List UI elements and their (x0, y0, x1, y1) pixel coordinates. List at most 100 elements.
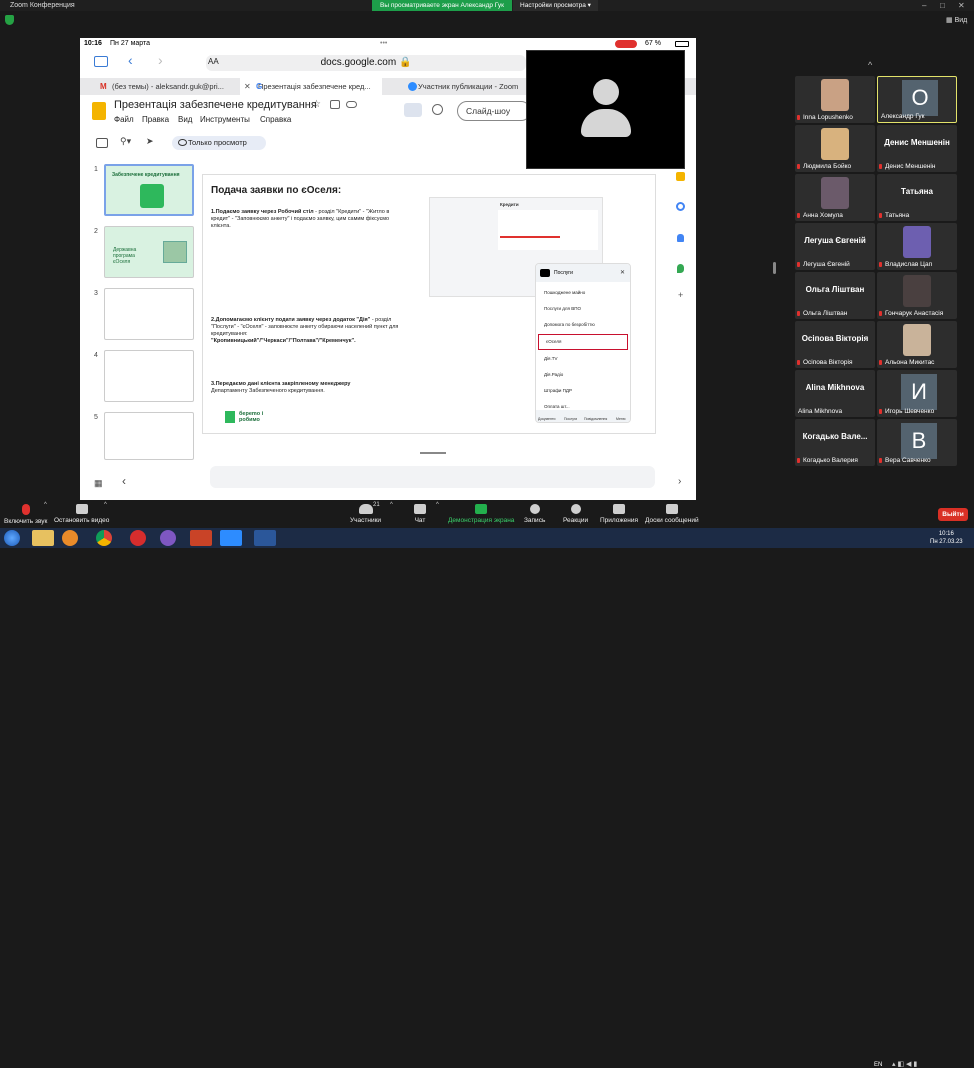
tab-gmail[interactable]: (без темы) - aleksandr.guk@pri... (94, 78, 236, 95)
participant-tile[interactable]: Гончарук Анастасія (877, 272, 957, 319)
keep-icon[interactable] (676, 172, 685, 181)
zoom-icon[interactable]: ⚲▾ (120, 136, 131, 147)
participant-photo (903, 324, 931, 356)
move-icon[interactable] (330, 100, 340, 109)
reader-button[interactable]: AA (208, 57, 219, 66)
resize-handle[interactable] (420, 452, 446, 454)
present-mode-icon[interactable] (404, 103, 422, 117)
zoom-app-icon[interactable] (220, 530, 242, 546)
gallery-divider-handle[interactable] (773, 262, 776, 274)
view-button[interactable]: ▦ Вид (946, 16, 967, 24)
thumbnail-slide-4[interactable] (104, 350, 194, 402)
participant-tile[interactable]: Когадько Вале... Когадько Валерия (795, 419, 875, 466)
view-options-button[interactable]: Настройки просмотра ▾ (513, 0, 598, 11)
history-icon[interactable] (432, 104, 443, 115)
maximize-icon[interactable]: □ (940, 0, 945, 11)
url-field[interactable]: docs.google.com 🔒 (206, 55, 526, 71)
muted-mic-icon (797, 115, 800, 120)
participants-options-icon[interactable]: ^ (390, 502, 393, 508)
back-icon[interactable]: ‹ (128, 52, 133, 68)
language-indicator[interactable]: EN (874, 1062, 882, 1068)
apps-button[interactable]: Приложения (600, 504, 638, 524)
menu-view[interactable]: Вид (178, 115, 192, 124)
whiteboard-icon (665, 504, 678, 514)
participant-photo (821, 128, 849, 160)
chat-button[interactable]: Чат (414, 504, 426, 524)
audio-options-icon[interactable]: ^ (44, 502, 47, 508)
participants-count: 21 (373, 502, 380, 508)
more-dots-icon: ••• (380, 40, 388, 47)
grid-view-icon[interactable]: ▦ (94, 478, 103, 489)
thumb-number: 4 (94, 352, 98, 359)
participant-tile[interactable]: Денис Меншенін Денис Меншенін (877, 125, 957, 172)
reactions-icon (570, 504, 581, 514)
add-addon-icon[interactable]: + (678, 290, 683, 300)
leave-button[interactable]: Выйти (938, 508, 968, 521)
muted-mic-icon (879, 360, 882, 365)
participant-tile[interactable]: Alina Mikhnova Alina Mikhnova (795, 370, 875, 417)
participant-tile-active[interactable]: О Александр Гук (877, 76, 957, 123)
thumbnail-slide-5[interactable] (104, 412, 194, 460)
participant-tile[interactable]: Осіпова Вікторія Осіпова Вікторія (795, 321, 875, 368)
whiteboards-button[interactable]: Доски сообщений (645, 504, 699, 524)
video-button[interactable]: Остановить видео (54, 504, 109, 524)
muted-mic-icon (797, 458, 800, 463)
tray-icons[interactable]: ▴ ◧ ◀ ▮ (892, 1060, 917, 1068)
thumbnail-slide-3[interactable] (104, 288, 194, 340)
participant-tile[interactable]: Альона Микитас (877, 321, 957, 368)
participant-tile[interactable]: Татьяна Татьяна (877, 174, 957, 221)
chrome-icon[interactable] (96, 530, 112, 546)
maps-icon[interactable] (677, 264, 684, 273)
collapse-icon[interactable]: ‹ (122, 474, 126, 488)
cursor-icon[interactable]: ➤ (146, 136, 154, 147)
tab-zoom[interactable]: Участник публикации - Zoom (400, 78, 530, 95)
reactions-button[interactable]: Реакции (563, 504, 588, 524)
record-button[interactable]: Запись (524, 504, 545, 524)
participant-tile[interactable]: Людмила Бойко (795, 125, 875, 172)
viber-icon[interactable] (160, 530, 176, 546)
explorer-icon[interactable] (32, 530, 54, 546)
word-icon[interactable] (254, 530, 276, 546)
menu-help[interactable]: Справка (260, 115, 291, 124)
expand-panel-icon[interactable]: › (678, 476, 681, 487)
participant-tile[interactable]: Владислав Цап (877, 223, 957, 270)
security-shield-icon[interactable] (5, 15, 14, 25)
muted-mic-icon (879, 311, 882, 316)
menu-tools[interactable]: Инструменты (200, 115, 250, 124)
star-icon[interactable]: ☆ (312, 99, 321, 110)
tab-close-icon[interactable]: ✕ (244, 82, 251, 91)
share-screen-button[interactable]: Демонстрация экрана (448, 504, 514, 524)
contacts-icon[interactable] (677, 234, 684, 242)
chat-options-icon[interactable]: ^ (436, 502, 439, 508)
opera-icon[interactable] (130, 530, 146, 546)
participant-tile[interactable]: Ольга Ліштван Ольга Ліштван (795, 272, 875, 319)
mute-button[interactable]: Включить звук (4, 504, 47, 525)
tasks-icon[interactable] (676, 202, 685, 211)
participant-tile[interactable]: Анна Хомула (795, 174, 875, 221)
speaker-notes-area[interactable] (210, 466, 655, 488)
video-options-icon[interactable]: ^ (104, 502, 107, 508)
doc-title[interactable]: Презентація забезпечене кредитування (114, 99, 317, 111)
taskbar-clock[interactable]: 10:16 Пн 27.03.23 (930, 530, 963, 546)
thumbnail-slide-2[interactable]: Державна програма єОселя (104, 226, 194, 278)
close-icon[interactable]: ✕ (958, 0, 965, 11)
sidebar-icon[interactable] (94, 56, 108, 67)
participant-tile[interactable]: И Игорь Шевченко (877, 370, 957, 417)
participant-tile[interactable]: Легуша Євгеній Легуша Євгеній (795, 223, 875, 270)
windows-taskbar: EN ▴ ◧ ◀ ▮ (0, 528, 974, 1068)
slideshow-button[interactable]: Слайд-шоу (457, 101, 531, 121)
thumbnail-slide-1[interactable]: Забезпечене кредитування (104, 164, 194, 216)
powerpoint-icon[interactable] (190, 530, 212, 546)
media-player-icon[interactable] (62, 530, 78, 546)
print-icon[interactable] (96, 138, 108, 148)
start-button-icon[interactable] (4, 530, 20, 546)
menu-edit[interactable]: Правка (142, 115, 169, 124)
minimize-icon[interactable]: – (922, 0, 926, 11)
menu-file[interactable]: Файл (114, 115, 134, 124)
participant-tile[interactable]: Inna Lopushenko (795, 76, 875, 123)
participant-tile[interactable]: В Вера Савченко (877, 419, 957, 466)
green-logo-icon (140, 184, 164, 208)
scroll-up-icon[interactable]: ^ (868, 60, 872, 70)
muted-mic-icon (879, 458, 882, 463)
forward-icon[interactable]: › (158, 52, 163, 68)
